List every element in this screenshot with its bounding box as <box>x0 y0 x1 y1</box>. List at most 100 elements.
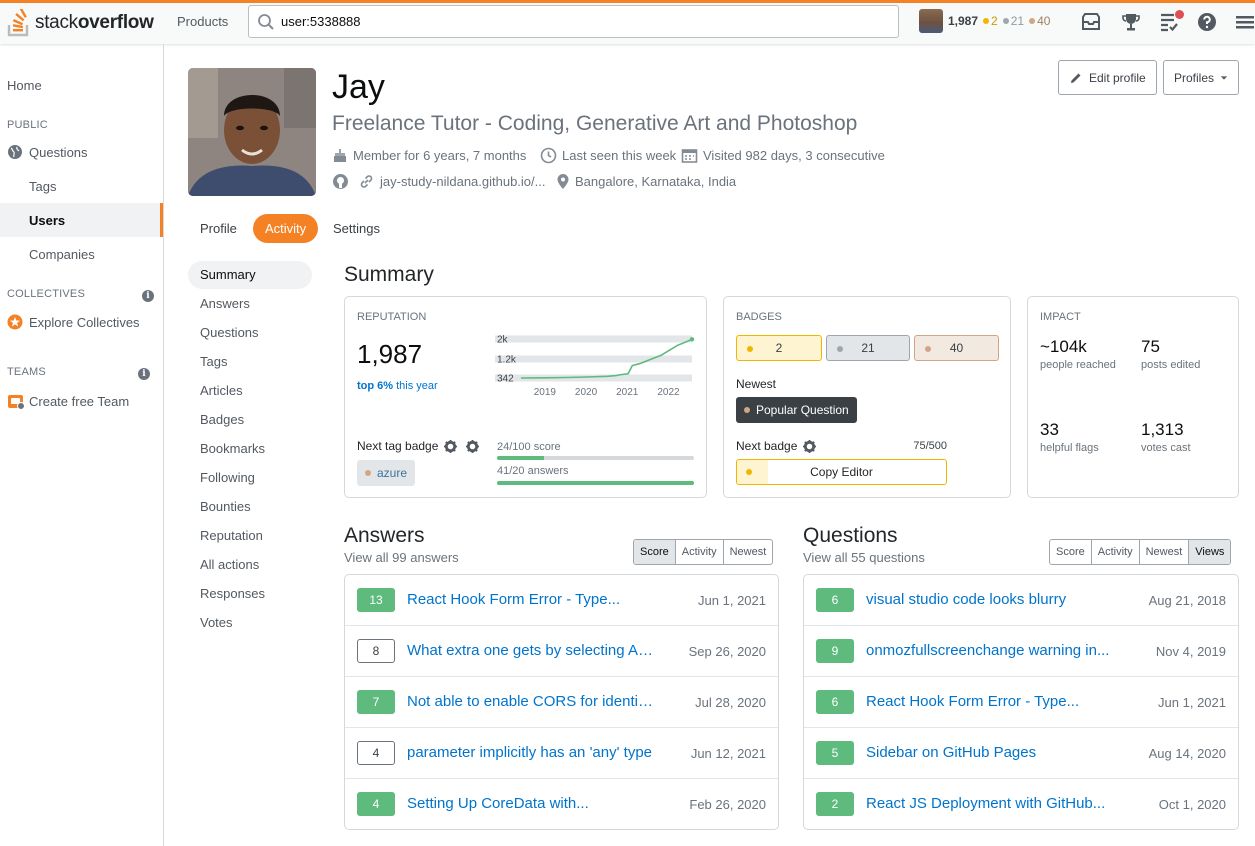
subnav-summary[interactable]: Summary <box>188 261 312 289</box>
help-icon[interactable] <box>1196 11 1218 33</box>
reputation-percentile[interactable]: top 6% this year <box>357 380 438 392</box>
question-row[interactable]: 2 React JS Deployment with GitHub... Oct 1… <box>804 779 1238 829</box>
profile-name: Jay <box>332 68 385 106</box>
tab-activity[interactable]: Activity <box>253 214 319 243</box>
reputation-chart[interactable]: 342 1.2k 2k 2019 2020 2021 2022 <box>495 332 695 402</box>
subnav-votes[interactable]: Votes <box>188 609 312 637</box>
subnav-tags[interactable]: Tags <box>188 348 312 376</box>
nav-section-public: PUBLIC <box>7 119 48 131</box>
chart-gridline <box>495 335 692 343</box>
subnav-reputation[interactable]: Reputation <box>188 522 312 550</box>
answer-row[interactable]: 13 React Hook Form Error - Type... Jun 1, … <box>345 575 778 626</box>
post-title-link[interactable]: Setting Up CoreData with... <box>407 795 653 812</box>
answers-sort-newest[interactable]: Newest <box>724 540 773 564</box>
bronze-badges-box[interactable]: 40 <box>914 335 999 361</box>
profiles-dropdown[interactable]: Profiles <box>1163 60 1239 95</box>
subnav-questions[interactable]: Questions <box>188 319 312 347</box>
answers-sort-activity[interactable]: Activity <box>676 540 724 564</box>
collectives-info-icon[interactable]: i <box>142 290 154 302</box>
subnav-following[interactable]: Following <box>188 464 312 492</box>
nav-section-collectives: COLLECTIVES <box>7 288 86 300</box>
next-badge-box[interactable]: Copy Editor <box>736 459 947 485</box>
location-pin-icon <box>557 173 569 189</box>
post-title-link[interactable]: Not able to enable CORS for identity... <box>407 693 653 710</box>
nav-questions[interactable]: Questions <box>0 142 163 162</box>
avatar[interactable] <box>919 9 943 33</box>
subnav-badges[interactable]: Badges <box>188 406 312 434</box>
nav-tags[interactable]: Tags <box>0 176 163 196</box>
user-card[interactable]: 1,987 2 21 40 <box>919 8 1050 34</box>
last-seen: Last seen this week <box>540 147 676 163</box>
helpful-flags-value: 33 <box>1040 420 1059 439</box>
edit-profile-button[interactable]: Edit profile <box>1058 60 1157 95</box>
settings-gear-icon[interactable] <box>466 439 480 453</box>
answer-row[interactable]: 4 Setting Up CoreData with... Feb 26, 2020 <box>345 779 778 829</box>
answer-row[interactable]: 7 Not able to enable CORS for identity...… <box>345 677 778 728</box>
questions-sort-activity[interactable]: Activity <box>1092 540 1140 564</box>
subnav-articles[interactable]: Articles <box>188 377 312 405</box>
post-title-link[interactable]: React Hook Form Error - Type... <box>407 591 653 608</box>
tag-azure[interactable]: azure <box>357 460 416 486</box>
questions-sort-views[interactable]: Views <box>1189 540 1231 564</box>
subnav-bookmarks[interactable]: Bookmarks <box>188 435 312 463</box>
search-input[interactable] <box>281 6 881 37</box>
subnav-responses[interactable]: Responses <box>188 580 312 608</box>
profile-photo <box>188 68 316 196</box>
nav-create-team[interactable]: Create free Team <box>0 391 163 411</box>
newest-badge[interactable]: Popular Question <box>736 397 857 423</box>
answers-view-all[interactable]: View all 99 answers <box>344 550 459 565</box>
post-title-link[interactable]: Sidebar on GitHub Pages <box>866 744 1113 761</box>
answers-heading: Answers <box>344 524 425 547</box>
post-title-link[interactable]: React Hook Form Error - Type... <box>866 693 1113 710</box>
teams-info-icon[interactable]: i <box>138 368 150 380</box>
answers-sort-score[interactable]: Score <box>634 540 676 564</box>
nav-section-teams: TEAMS <box>7 366 46 378</box>
answer-row[interactable]: 8 What extra one gets by selecting Azur..… <box>345 626 778 677</box>
inbox-icon[interactable] <box>1080 11 1102 33</box>
newest-badge-label: Newest <box>736 377 777 391</box>
next-tag-badge-label: Next tag badge <box>357 439 480 453</box>
questions-sort-score[interactable]: Score <box>1050 540 1092 564</box>
question-row[interactable]: 5 Sidebar on GitHub Pages Aug 14, 2020 <box>804 728 1238 779</box>
subnav-answers[interactable]: Answers <box>188 290 312 318</box>
search-box[interactable] <box>248 5 899 38</box>
questions-sort-newest[interactable]: Newest <box>1140 540 1190 564</box>
subnav-all-actions[interactable]: All actions <box>188 551 312 579</box>
github-link[interactable] <box>332 173 354 189</box>
gear-icon[interactable] <box>444 439 458 453</box>
tab-profile[interactable]: Profile <box>188 214 249 243</box>
question-row[interactable]: 9 onmozfullscreenchange warning in... Nov … <box>804 626 1238 677</box>
answer-row[interactable]: 4 parameter implicitly has an 'any' type J… <box>345 728 778 779</box>
nav-companies[interactable]: Companies <box>0 244 163 264</box>
nav-home[interactable]: Home <box>0 75 163 95</box>
stackoverflow-logo[interactable]: stackoverflow <box>7 8 154 38</box>
website-link[interactable]: jay-study-nildana.github.io/... <box>358 173 545 189</box>
site-switcher-icon[interactable] <box>1234 11 1255 33</box>
bronze-badge-count: 40 <box>1029 14 1050 28</box>
subnav-bounties[interactable]: Bounties <box>188 493 312 521</box>
post-title-link[interactable]: What extra one gets by selecting Azur... <box>407 642 653 659</box>
question-row[interactable]: 6 visual studio code looks blurry Aug 21, … <box>804 575 1238 626</box>
silver-badges-box[interactable]: 21 <box>826 335 910 361</box>
nav-users[interactable]: Users <box>0 203 163 237</box>
gear-icon[interactable] <box>803 439 817 453</box>
post-title-link[interactable]: visual studio code looks blurry <box>866 591 1113 608</box>
score-progress-label: 24/100 score <box>497 441 561 453</box>
tab-settings[interactable]: Settings <box>321 214 392 243</box>
next-badge-name: Copy Editor <box>810 465 873 479</box>
question-row[interactable]: 6 React Hook Form Error - Type... Jun 1, 2… <box>804 677 1238 728</box>
questions-sort-group: Score Activity Newest Views <box>1049 539 1232 565</box>
post-date: Nov 4, 2019 <box>1155 644 1226 659</box>
post-title-link[interactable]: React JS Deployment with GitHub... <box>866 795 1113 812</box>
user-reputation: 1,987 <box>948 14 979 28</box>
badges-card-label: BADGES <box>736 311 782 323</box>
products-menu[interactable]: Products <box>177 14 228 29</box>
nav-explore-collectives[interactable]: Explore Collectives <box>0 312 163 332</box>
post-title-link[interactable]: parameter implicitly has an 'any' type <box>407 744 653 761</box>
questions-view-all[interactable]: View all 55 questions <box>803 550 925 565</box>
post-title-link[interactable]: onmozfullscreenchange warning in... <box>866 642 1113 659</box>
stackoverflow-logo-icon <box>7 9 29 37</box>
globe-icon <box>8 145 22 159</box>
trophy-icon[interactable] <box>1120 11 1142 33</box>
gold-badges-box[interactable]: 2 <box>736 335 822 361</box>
